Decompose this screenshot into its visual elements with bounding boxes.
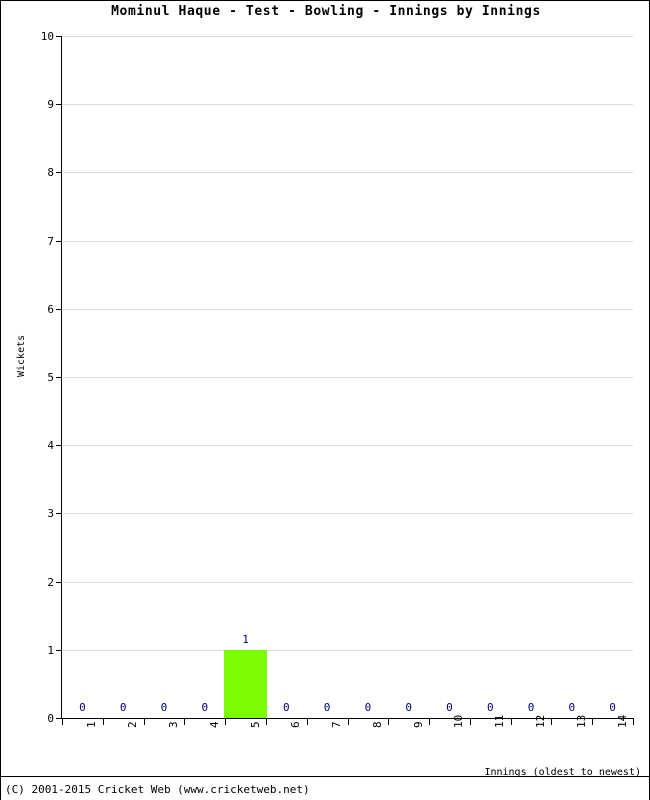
bar-value-label: 0 bbox=[323, 701, 331, 714]
y-tick-label: 4 bbox=[47, 439, 54, 453]
x-tick-label: 5 bbox=[248, 721, 262, 728]
x-tick-mark bbox=[103, 719, 104, 725]
bar-value-label: 0 bbox=[119, 701, 127, 714]
gridline bbox=[62, 172, 633, 174]
gridline bbox=[62, 308, 633, 310]
gridline bbox=[62, 377, 633, 378]
x-tick-label: 6 bbox=[289, 721, 303, 728]
y-tick-label: 9 bbox=[47, 98, 54, 112]
y-tick-label: 10 bbox=[40, 30, 54, 43]
bar-value-label: 0 bbox=[364, 701, 372, 714]
y-tick-label: 6 bbox=[47, 302, 54, 316]
x-tick-mark bbox=[144, 719, 145, 725]
x-tick-mark bbox=[225, 719, 226, 725]
bar-value-label: 0 bbox=[446, 701, 453, 714]
x-tick-mark bbox=[388, 719, 389, 725]
x-tick-label: 7 bbox=[330, 721, 344, 728]
x-tick-mark bbox=[429, 719, 430, 725]
bar-value-label: 0 bbox=[283, 701, 290, 714]
x-tick-mark bbox=[592, 719, 593, 725]
bar-value-label: 0 bbox=[527, 701, 535, 714]
x-tick-mark bbox=[348, 719, 349, 725]
gridline bbox=[62, 445, 633, 447]
x-tick-mark bbox=[266, 719, 267, 725]
bar-value-label: 0 bbox=[405, 701, 412, 714]
y-axis-title: Wickets bbox=[16, 334, 27, 377]
plot-area bbox=[62, 36, 633, 718]
x-tick-label: 1 bbox=[85, 721, 99, 728]
bar-value-label: 1 bbox=[242, 632, 249, 646]
x-tick-mark bbox=[551, 719, 552, 725]
bar[interactable] bbox=[224, 649, 267, 718]
x-tick-mark bbox=[307, 719, 308, 725]
page-title: Mominul Haque - Test - Bowling - Innings… bbox=[111, 4, 541, 19]
bar-value-label: 0 bbox=[160, 701, 168, 714]
x-tick-label: 3 bbox=[166, 721, 180, 728]
x-tick-label: 2 bbox=[126, 721, 140, 728]
x-tick-mark bbox=[470, 719, 471, 725]
gridline bbox=[62, 36, 633, 37]
y-tick-label: 7 bbox=[47, 234, 54, 248]
bar-value-label: 0 bbox=[486, 701, 494, 714]
x-tick-mark bbox=[62, 719, 63, 725]
footer-copyright: (C) 2001-2015 Cricket Web (www.cricketwe… bbox=[5, 783, 310, 796]
gridline bbox=[62, 104, 633, 106]
chart-page: Mominul Haque - Test - Bowling - Innings… bbox=[0, 0, 650, 800]
bar-value-label: 0 bbox=[568, 701, 576, 714]
x-tick-label: 9 bbox=[411, 721, 425, 728]
x-tick-mark bbox=[511, 719, 512, 725]
y-tick-label: 2 bbox=[47, 575, 54, 589]
gridline bbox=[62, 649, 633, 651]
gridline bbox=[62, 513, 633, 515]
bar-value-label: 0 bbox=[609, 701, 616, 714]
footer-divider bbox=[1, 776, 649, 777]
y-tick-label: 0 bbox=[47, 712, 54, 725]
x-tick-label: 4 bbox=[207, 721, 221, 728]
y-tick-label: 1 bbox=[47, 643, 54, 657]
bar-value-label: 0 bbox=[201, 701, 209, 714]
y-tick-label: 8 bbox=[47, 166, 54, 180]
gridline bbox=[62, 581, 633, 583]
x-tick-mark bbox=[633, 719, 634, 725]
x-tick-label: 8 bbox=[370, 721, 384, 728]
x-tick-mark bbox=[184, 719, 185, 725]
y-tick-label: 5 bbox=[47, 371, 54, 384]
bar-value-label: 0 bbox=[79, 701, 86, 714]
y-tick-label: 3 bbox=[47, 507, 54, 521]
gridline bbox=[62, 240, 633, 242]
